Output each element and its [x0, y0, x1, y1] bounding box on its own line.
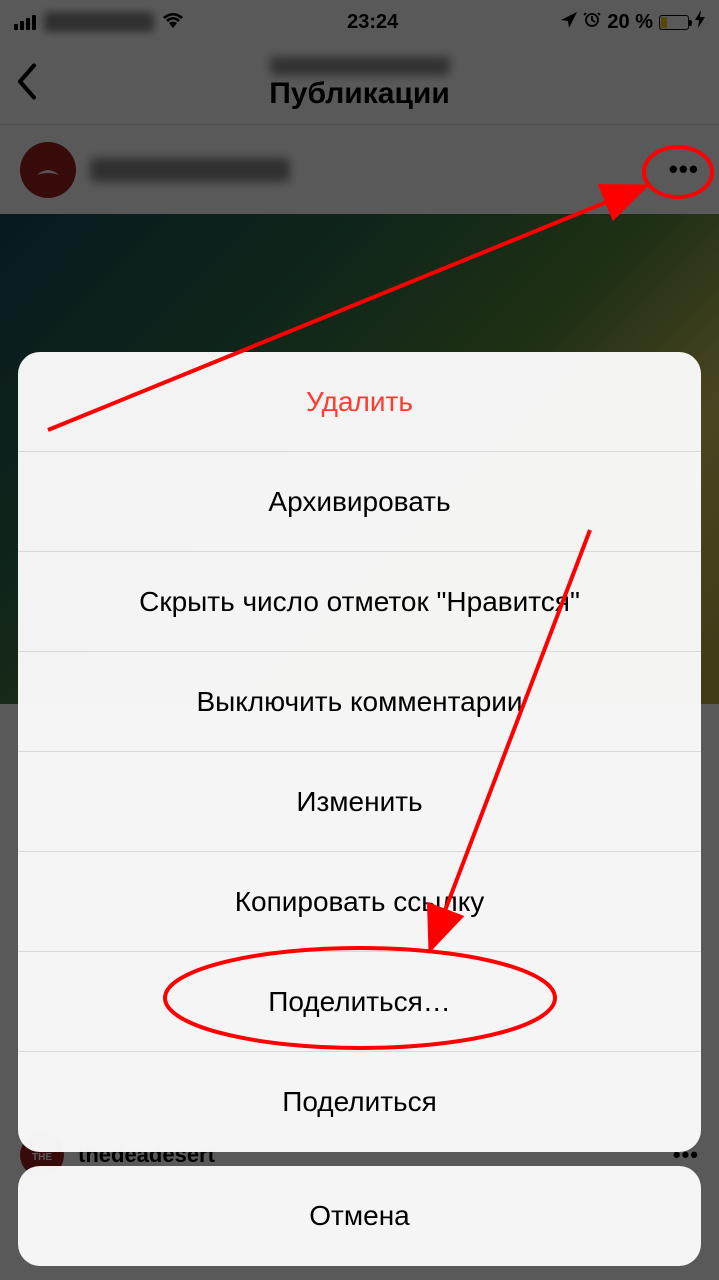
action-sheet: Удалить Архивировать Скрыть число отмето…: [18, 352, 701, 1266]
action-sheet-options: Удалить Архивировать Скрыть число отмето…: [18, 352, 701, 1152]
turn-off-comments-option[interactable]: Выключить комментарии: [18, 652, 701, 752]
edit-option[interactable]: Изменить: [18, 752, 701, 852]
cancel-button[interactable]: Отмена: [18, 1166, 701, 1266]
action-sheet-cancel-group: Отмена: [18, 1166, 701, 1266]
delete-option[interactable]: Удалить: [18, 352, 701, 452]
archive-option[interactable]: Архивировать: [18, 452, 701, 552]
share-to-option[interactable]: Поделиться…: [18, 952, 701, 1052]
copy-link-option[interactable]: Копировать ссылку: [18, 852, 701, 952]
share-option[interactable]: Поделиться: [18, 1052, 701, 1152]
hide-likes-option[interactable]: Скрыть число отметок "Нравится": [18, 552, 701, 652]
